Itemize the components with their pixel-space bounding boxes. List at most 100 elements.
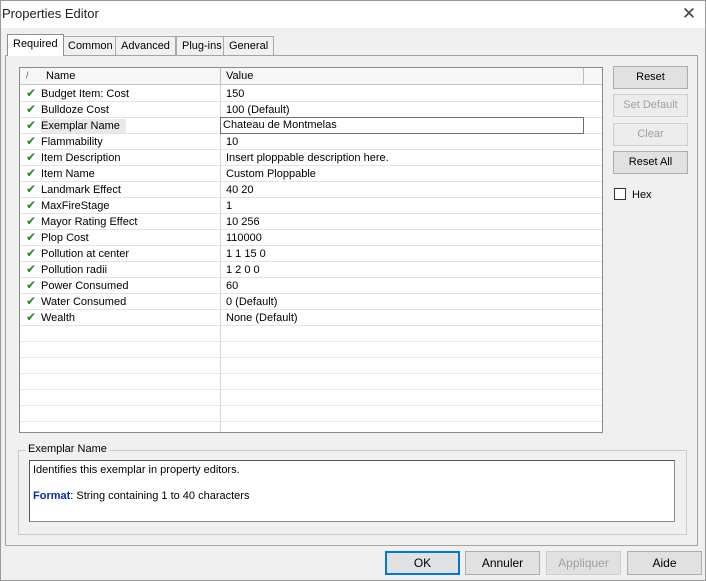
empty-row — [20, 342, 602, 358]
checkmark-icon: ✔ — [26, 166, 37, 180]
checkmark-icon: ✔ — [26, 310, 37, 324]
property-value[interactable]: 1 1 15 0 — [226, 247, 266, 261]
column-divider-right — [583, 68, 584, 85]
property-row[interactable]: ✔ Budget Item: Cost 150 — [20, 86, 602, 102]
checkmark-icon: ✔ — [26, 102, 37, 116]
tab-common[interactable]: Common — [62, 36, 119, 55]
column-header-name[interactable]: Name — [46, 70, 75, 82]
property-value[interactable]: 150 — [226, 87, 244, 101]
tab-plug-ins[interactable]: Plug-ins — [176, 36, 228, 55]
property-name: Pollution at center — [41, 248, 130, 260]
empty-row — [20, 422, 602, 432]
property-name: Water Consumed — [41, 296, 127, 308]
format-value: : String containing 1 to 40 characters — [70, 490, 250, 502]
property-row-selected[interactable]: ✔ Exemplar Name Chateau de Montmelas — [20, 117, 602, 134]
checkmark-icon: ✔ — [26, 230, 37, 244]
window-title: Properties Editor — [2, 6, 99, 21]
property-row[interactable]: ✔ Flammability 10 — [20, 134, 602, 150]
reset-button[interactable]: Reset — [613, 66, 688, 89]
property-name: Exemplar Name — [41, 119, 126, 133]
title-bar: Properties Editor ✕ — [1, 1, 705, 28]
checkmark-icon: ✔ — [26, 246, 37, 260]
property-grid[interactable]: / Name Value ✔ Budget Item: Cost 150 ✔ Bull… — [19, 67, 603, 433]
tab-required[interactable]: Required — [7, 34, 64, 56]
property-row[interactable]: ✔ Pollution radii 1 2 0 0 — [20, 262, 602, 278]
property-value[interactable]: 10 — [226, 135, 238, 149]
property-row[interactable]: ✔ Plop Cost 110000 — [20, 230, 602, 246]
property-value[interactable]: 60 — [226, 279, 238, 293]
column-divider[interactable] — [220, 68, 221, 85]
property-name: Pollution radii — [41, 264, 108, 276]
clear-button[interactable]: Clear — [613, 123, 688, 146]
checkmark-icon: ✔ — [26, 134, 37, 148]
checkmark-icon: ✔ — [26, 198, 37, 212]
help-button[interactable]: Aide — [627, 551, 702, 575]
property-value[interactable]: Custom Ploppable — [226, 167, 316, 181]
empty-row — [20, 358, 602, 374]
property-row[interactable]: ✔ Mayor Rating Effect 10 256 — [20, 214, 602, 230]
description-box: Identifies this exemplar in property edi… — [29, 460, 675, 522]
grid-header: / Name Value — [20, 68, 602, 85]
tab-advanced[interactable]: Advanced — [115, 36, 176, 55]
checkmark-icon: ✔ — [26, 86, 37, 100]
property-value[interactable]: 1 — [226, 199, 232, 213]
property-rows: ✔ Budget Item: Cost 150 ✔ Bulldoze Cost 100 … — [20, 86, 602, 432]
property-value[interactable]: None (Default) — [226, 311, 298, 325]
checkmark-icon: ✔ — [26, 150, 37, 164]
property-row[interactable]: ✔ Item Description Insert ploppable descri… — [20, 150, 602, 166]
property-value[interactable]: 100 (Default) — [226, 103, 290, 117]
checkmark-icon: ✔ — [26, 294, 37, 308]
property-name: Item Description — [41, 152, 121, 164]
format-label: Format — [33, 490, 71, 502]
property-value[interactable]: Insert ploppable description here. — [226, 151, 389, 165]
column-header-value[interactable]: Value — [226, 70, 253, 82]
empty-row — [20, 374, 602, 390]
property-name: Wealth — [41, 312, 76, 324]
property-value[interactable]: Chateau de Montmelas — [223, 119, 337, 131]
checkmark-icon: ✔ — [26, 262, 37, 276]
ok-button[interactable]: OK — [385, 551, 460, 575]
set-default-button[interactable]: Set Default — [613, 94, 688, 117]
property-row[interactable]: ✔ MaxFireStage 1 — [20, 198, 602, 214]
sort-indicator-icon[interactable]: / — [26, 70, 29, 80]
hex-checkbox[interactable]: Hex — [614, 188, 652, 201]
property-row[interactable]: ✔ Water Consumed 0 (Default) — [20, 294, 602, 310]
reset-all-button[interactable]: Reset All — [613, 151, 688, 174]
property-name: Mayor Rating Effect — [41, 216, 138, 228]
property-value[interactable]: 10 256 — [226, 215, 260, 229]
property-value-editor[interactable]: Chateau de Montmelas — [220, 117, 584, 134]
property-row[interactable]: ✔ Landmark Effect 40 20 — [20, 182, 602, 198]
close-icon[interactable]: ✕ — [679, 4, 699, 24]
checkmark-icon: ✔ — [26, 214, 37, 228]
property-name: Item Name — [41, 168, 95, 180]
empty-row — [20, 406, 602, 422]
property-value[interactable]: 0 (Default) — [226, 295, 277, 309]
property-name: Bulldoze Cost — [41, 104, 109, 116]
empty-row — [20, 390, 602, 406]
property-name: Power Consumed — [41, 280, 129, 292]
checkmark-icon: ✔ — [26, 278, 37, 292]
property-value[interactable]: 40 20 — [226, 183, 254, 197]
format-line: Format: String containing 1 to 40 charac… — [33, 490, 249, 502]
property-row[interactable]: ✔ Pollution at center 1 1 15 0 — [20, 246, 602, 262]
property-name: Budget Item: Cost — [41, 88, 130, 100]
description-text: Identifies this exemplar in property edi… — [33, 464, 240, 476]
property-value[interactable]: 110000 — [226, 231, 262, 245]
cancel-button[interactable]: Annuler — [465, 551, 540, 575]
checkmark-icon: ✔ — [26, 182, 37, 196]
property-row[interactable]: ✔ Wealth None (Default) — [20, 310, 602, 326]
empty-row — [20, 326, 602, 342]
property-row[interactable]: ✔ Bulldoze Cost 100 (Default) — [20, 102, 602, 118]
property-name: Landmark Effect — [41, 184, 121, 196]
checkbox-icon[interactable] — [614, 188, 626, 200]
property-name: Plop Cost — [41, 232, 89, 244]
description-group-label: Exemplar Name — [26, 443, 109, 455]
hex-label: Hex — [632, 189, 652, 201]
property-value[interactable]: 1 2 0 0 — [226, 263, 260, 277]
checkmark-icon: ✔ — [26, 118, 37, 132]
property-row[interactable]: ✔ Item Name Custom Ploppable — [20, 166, 602, 182]
apply-button[interactable]: Appliquer — [546, 551, 621, 575]
property-name: Flammability — [41, 136, 103, 148]
tab-general[interactable]: General — [223, 36, 275, 55]
property-row[interactable]: ✔ Power Consumed 60 — [20, 278, 602, 294]
